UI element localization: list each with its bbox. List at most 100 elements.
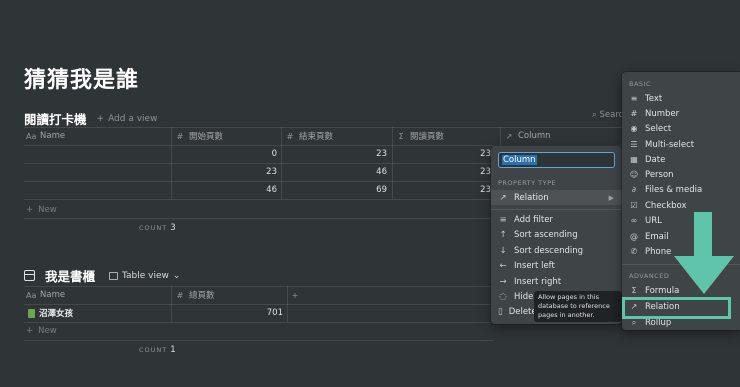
sort-descending-label: Sort descending [514,245,584,256]
db2-cell[interactable]: 701 [175,304,283,322]
db2-new-row-button[interactable]: + New [26,326,57,336]
arrow-icon: ↗ [499,192,507,203]
db1-cell[interactable]: 69 [285,181,387,199]
type-person[interactable]: ☺ Person [622,167,740,182]
db2-title[interactable]: 我是書櫃 [45,266,95,285]
column-name-input[interactable]: Column [498,152,615,168]
db1-col-divider [500,127,501,147]
hash-icon: # [630,109,638,118]
add-filter-item[interactable]: ≡ Add filter [491,212,622,227]
view-switcher[interactable]: Table view ⌄ [109,271,180,281]
db1-col-read-label: 閱讀頁數 [410,132,445,142]
sigma-icon: Σ [631,286,637,295]
db2-col-total[interactable]: # 總頁數 [175,286,215,304]
list-icon: ☰ [630,140,638,149]
text-property-icon: Aa [26,290,37,300]
db1-col-name[interactable]: Aa Name [26,127,65,145]
db1-new-border [24,218,494,219]
annotation-arrow-icon [674,212,734,294]
db1-col-end[interactable]: # 結束頁數 [285,127,333,145]
eye-off-icon: ◌ [499,291,507,302]
property-type-value: Relation [514,192,549,203]
arrow-right-icon: → [499,276,507,287]
db1-cell[interactable]: 23 [396,181,491,199]
sort-ascending-label: Sort ascending [514,229,578,240]
insert-left-item[interactable]: ← Insert left [491,258,622,273]
relation-tooltip: Allow pages in this database to referenc… [534,291,622,322]
db1-cell[interactable]: 46 [175,181,277,199]
db2-new-border [24,340,494,341]
db1-cell[interactable]: 23 [175,163,277,181]
sort-descending-item[interactable]: ↓ Sort descending [491,243,622,258]
book-icon [28,308,35,318]
table-view-icon [109,271,119,280]
add-filter-label: Add filter [514,214,553,225]
db1-cell[interactable]: 23 [285,145,387,163]
db2-header: 我是書櫃 Table view ⌄ [24,266,180,285]
trash-icon: ▯ [498,306,503,317]
db1-col-column[interactable]: ↗ Column [504,127,551,145]
db2-col-name-label: Name [40,290,66,300]
person-icon: ☺ [629,170,639,179]
db2-new-label: New [38,326,57,336]
plus-icon: + [26,205,34,215]
db1-col-divider [392,127,393,199]
hash-icon: # [286,131,294,141]
db1-title[interactable]: 閱讀打卡機 [24,109,87,128]
sort-ascending-item[interactable]: ↑ Sort ascending [491,227,622,242]
db1-count[interactable]: COUNT 3 [139,223,176,233]
db1-new-row-button[interactable]: + New [26,205,57,215]
advanced-section-label: ADVANCED [629,272,670,280]
type-text-label: Text [645,93,663,104]
db2-count[interactable]: COUNT 1 [139,345,176,355]
db2-col-name[interactable]: Aa Name [26,286,65,304]
table-icon [24,270,35,281]
checkbox-icon: ☑ [630,201,638,210]
property-type-select[interactable]: ↗ Relation ▶ [491,190,622,205]
type-multi-select-label: Multi-select [645,139,695,150]
phone-icon: ✆ [630,247,638,256]
view-switcher-label: Table view [122,270,169,281]
menu-divider [491,209,622,210]
db1-col-start[interactable]: # 開始頁數 [175,127,223,145]
type-phone-label: Phone [645,246,672,257]
arrow-up-icon: ↑ [499,229,507,240]
type-checkbox-label: Checkbox [645,200,687,211]
add-view-button[interactable]: + Add a view [97,114,158,124]
type-multi-select[interactable]: ☰ Multi-select [622,137,740,152]
type-date-label: Date [645,154,666,165]
db1-col-end-label: 結束頁數 [299,132,334,142]
search-button[interactable]: ⌕ Searc [592,110,623,120]
add-column-button[interactable]: + [290,286,300,304]
db1-cell[interactable]: 46 [285,163,387,181]
db1-cell[interactable]: 0 [175,145,277,163]
plus-icon: + [96,113,105,124]
search-icon: ⌕ [631,317,637,327]
type-number[interactable]: # Number [622,106,740,121]
type-checkbox[interactable]: ☑ Checkbox [622,198,740,213]
arrow-left-icon: ← [499,260,507,271]
type-files-media[interactable]: ∂ Files & media [622,182,740,197]
db2-row-name-label: 沼澤女孩 [39,309,74,319]
db1-col-divider [171,127,172,199]
db1-row-border [24,199,494,200]
db1-col-divider [281,127,282,199]
db1-col-read[interactable]: Σ 閱讀頁數 [396,127,444,145]
type-person-label: Person [645,169,674,180]
db1-cell[interactable]: 23 [396,145,491,163]
insert-left-label: Insert left [514,260,555,271]
db2-count-value: 1 [170,345,176,355]
hash-icon: # [176,131,184,141]
type-select[interactable]: ◉ Select [622,121,740,136]
db1-cell[interactable]: 23 [396,163,491,181]
delete-item[interactable]: ▯ Delete [491,304,536,319]
db1-col-column-label: Column [518,131,551,141]
insert-right-label: Insert right [514,276,562,287]
db2-count-label: COUNT [139,346,168,354]
insert-right-item[interactable]: → Insert right [491,274,622,289]
type-date[interactable]: ▦ Date [622,152,740,167]
type-text[interactable]: ≡ Text [622,91,740,106]
db2-row-name[interactable]: 沼澤女孩 [28,304,73,322]
search-label: Searc [599,110,624,120]
link-icon: ∞ [630,216,638,225]
